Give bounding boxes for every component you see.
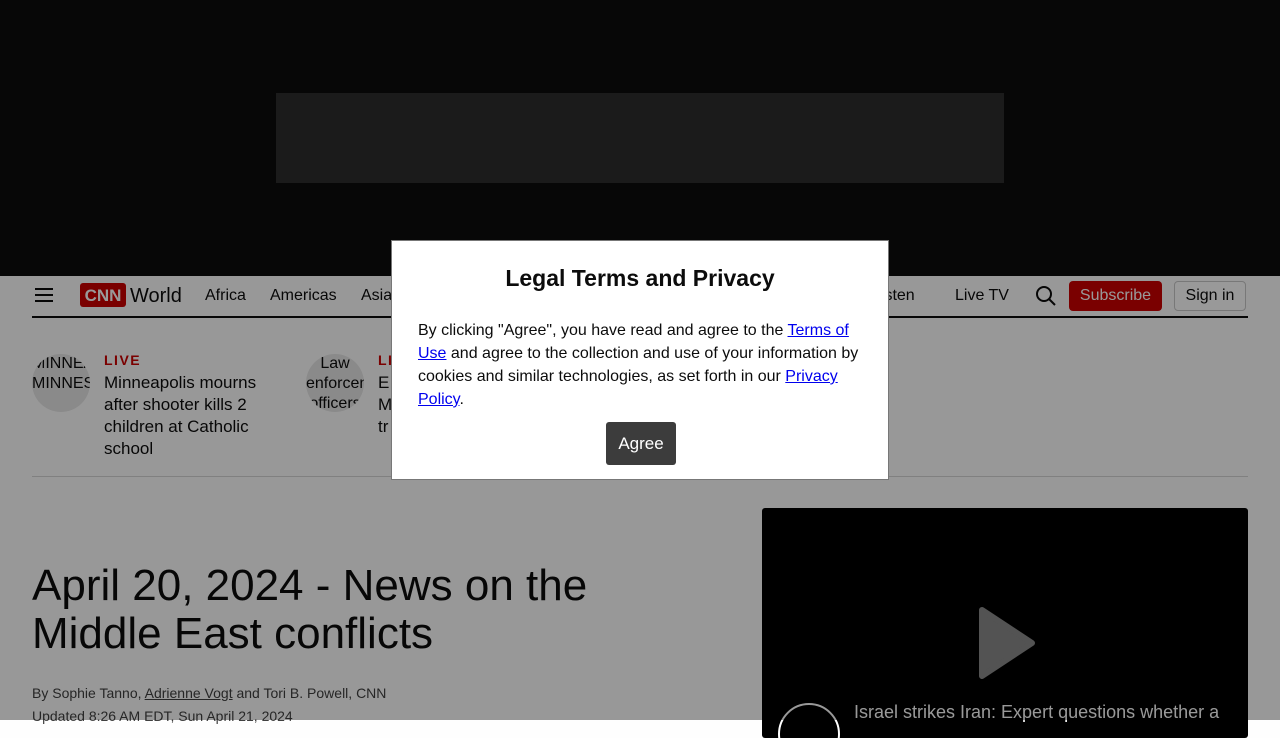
dialog-text: By clicking "Agree", you have read and a… — [418, 319, 866, 411]
dialog-text-part: By clicking "Agree", you have read and a… — [418, 322, 788, 339]
legal-terms-dialog: Legal Terms and Privacy By clicking "Agr… — [391, 240, 889, 480]
dialog-title: Legal Terms and Privacy — [505, 265, 775, 291]
agree-button[interactable]: Agree — [606, 422, 676, 465]
dialog-text-part: . — [459, 391, 464, 408]
